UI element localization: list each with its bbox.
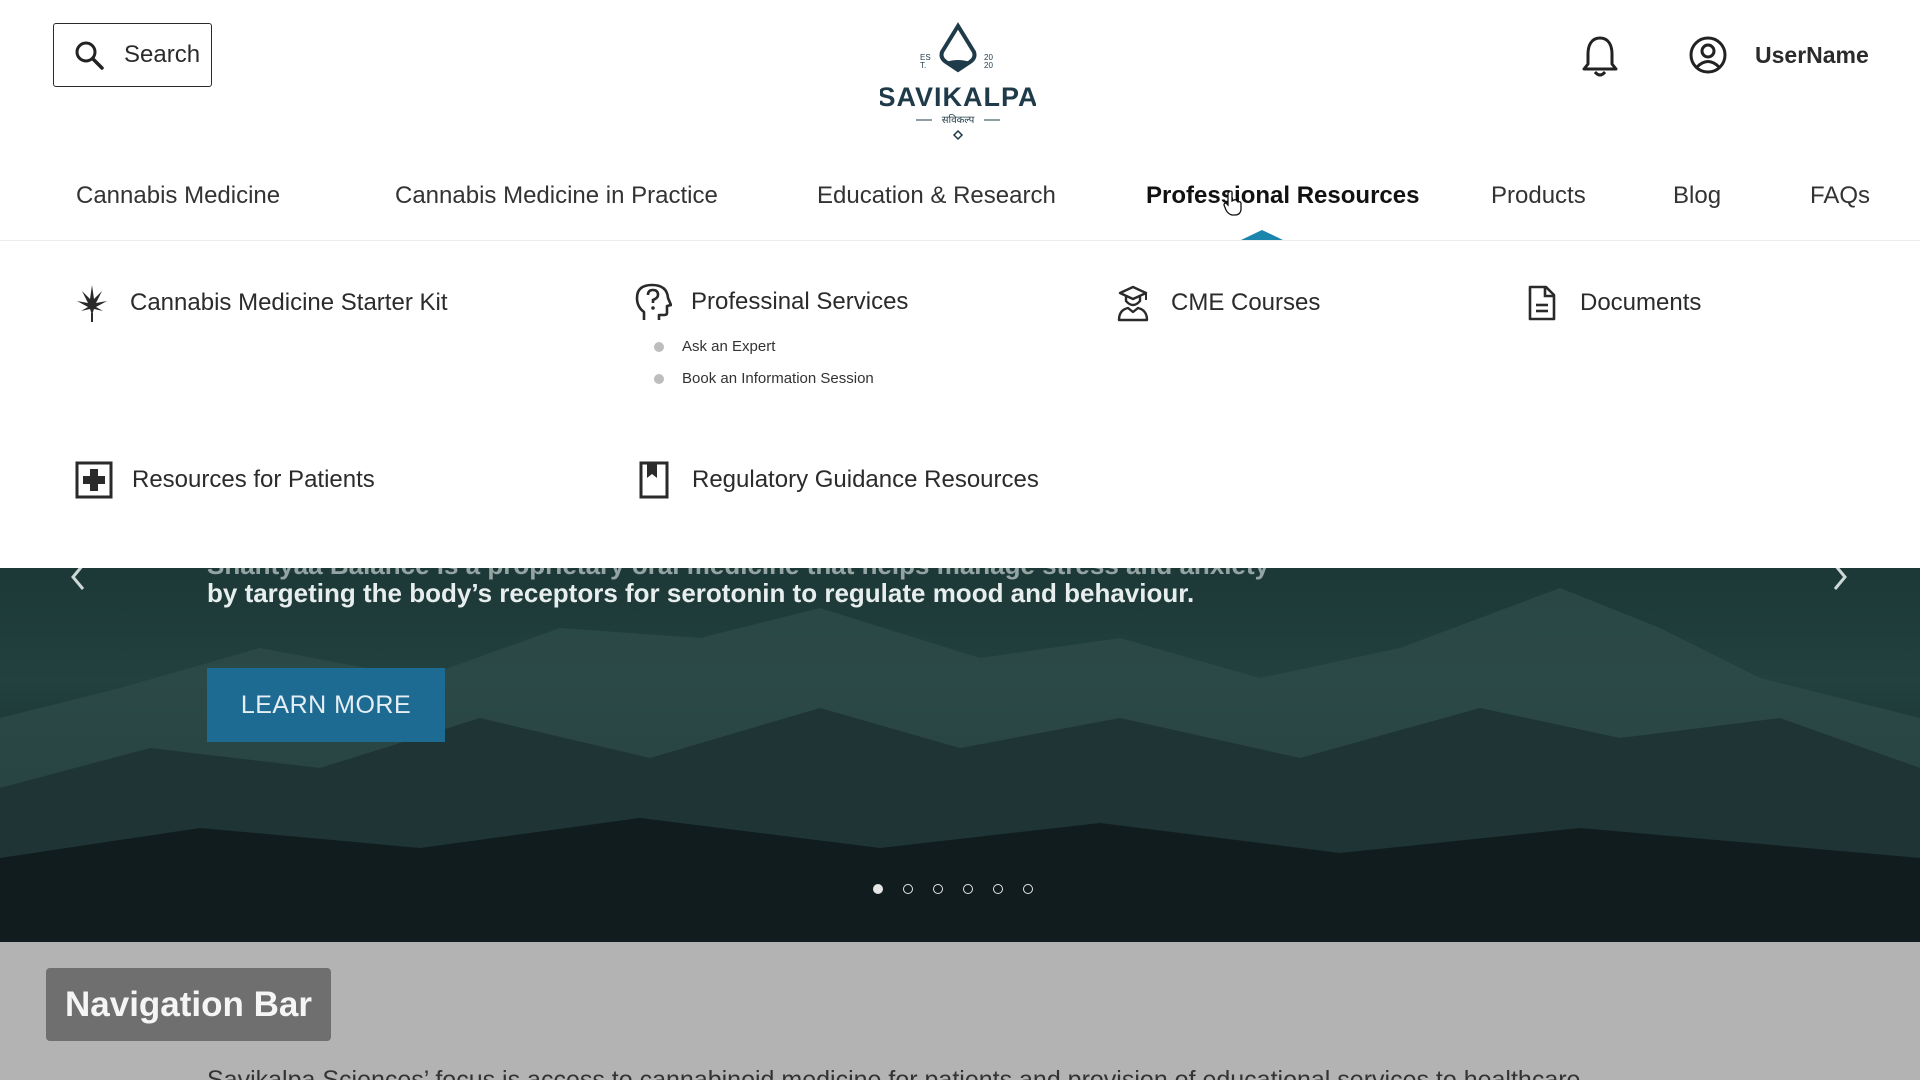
logo-tagline: सविकल्प <box>942 114 975 126</box>
dropdown-item-label: Professinal Services <box>691 288 909 315</box>
annotation-label: Navigation Bar <box>46 968 331 1041</box>
chevron-left-icon[interactable] <box>68 568 88 592</box>
head-question-icon <box>633 282 673 322</box>
document-icon <box>1522 283 1562 323</box>
sub-item-book-information-session[interactable]: Book an Information Session <box>654 370 874 387</box>
svg-text:20: 20 <box>984 61 993 70</box>
cannabis-leaf-icon <box>72 283 112 323</box>
carousel-dot[interactable] <box>993 884 1003 894</box>
savikalpa-logo[interactable]: ES T. 20 20 SAVIKALPA सविकल्प <box>877 22 1038 144</box>
sub-item-label: Book an Information Session <box>682 370 874 387</box>
carousel-dot[interactable] <box>933 884 943 894</box>
hero-carousel: Shantyaa Balance is a proprietary oral m… <box>0 568 1920 942</box>
dropdown-item-professional-services[interactable]: Professinal Services <box>633 282 908 322</box>
carousel-dot[interactable] <box>903 884 913 894</box>
graduate-icon <box>1113 283 1153 323</box>
search-label: Search <box>124 41 201 68</box>
professional-resources-dropdown: Cannabis Medicine Starter Kit Professina… <box>0 241 1920 568</box>
carousel-dot[interactable] <box>873 884 883 894</box>
chevron-right-icon[interactable] <box>1830 568 1850 592</box>
nav-blog[interactable]: Blog <box>1673 182 1721 210</box>
hand-cursor-icon <box>1223 190 1242 216</box>
bullet-dot <box>654 373 664 384</box>
logo-brand: SAVIKALPA <box>880 82 1036 112</box>
search-box[interactable]: Search <box>53 23 212 87</box>
dropdown-item-label: CME Courses <box>1171 289 1321 316</box>
dropdown-item-label: Resources for Patients <box>132 466 375 493</box>
sub-item-label: Ask an Expert <box>682 338 776 355</box>
dropdown-item-label: Documents <box>1580 289 1702 316</box>
nav-faqs[interactable]: FAQs <box>1810 182 1870 210</box>
bell-icon[interactable] <box>1580 34 1620 78</box>
carousel-dot[interactable] <box>1023 884 1033 894</box>
dropdown-item-documents[interactable]: Documents <box>1522 283 1701 323</box>
main-navigation: Cannabis Medicine Cannabis Medicine in P… <box>0 170 1920 241</box>
nav-professional-resources[interactable]: Professional Resources <box>1146 182 1419 210</box>
nav-cannabis-medicine-in-practice[interactable]: Cannabis Medicine in Practice <box>395 182 718 210</box>
carousel-dots <box>873 884 1033 894</box>
nav-education-research[interactable]: Education & Research <box>817 182 1056 210</box>
nav-cannabis-medicine[interactable]: Cannabis Medicine <box>76 182 280 210</box>
annotation-section: Navigation Bar Savikalpa Sciences’ focus… <box>0 942 1920 1080</box>
dropdown-item-regulatory-guidance[interactable]: Regulatory Guidance Resources <box>634 460 1039 500</box>
hero-text: by targeting the body’s receptors for se… <box>207 578 1195 608</box>
search-icon <box>75 41 104 70</box>
svg-text:T.: T. <box>920 61 926 70</box>
medical-plus-icon <box>74 460 114 500</box>
bullet-dot <box>654 341 664 352</box>
dropdown-item-label: Regulatory Guidance Resources <box>692 466 1039 493</box>
learn-more-button[interactable]: LEARN MORE <box>207 668 445 742</box>
dropdown-item-starter-kit[interactable]: Cannabis Medicine Starter Kit <box>72 283 447 323</box>
sub-item-ask-an-expert[interactable]: Ask an Expert <box>654 338 775 355</box>
intro-paragraph: Savikalpa Sciences’ focus is access to c… <box>207 1066 1581 1080</box>
dropdown-item-cme-courses[interactable]: CME Courses <box>1113 283 1320 323</box>
username[interactable]: UserName <box>1755 42 1869 69</box>
dropdown-item-resources-for-patients[interactable]: Resources for Patients <box>74 460 375 500</box>
active-nav-indicator <box>1241 230 1283 240</box>
carousel-dot[interactable] <box>963 884 973 894</box>
nav-products[interactable]: Products <box>1491 182 1586 210</box>
user-account-icon[interactable] <box>1688 34 1728 76</box>
dropdown-item-label: Cannabis Medicine Starter Kit <box>130 289 448 316</box>
bookmark-book-icon <box>634 460 674 500</box>
